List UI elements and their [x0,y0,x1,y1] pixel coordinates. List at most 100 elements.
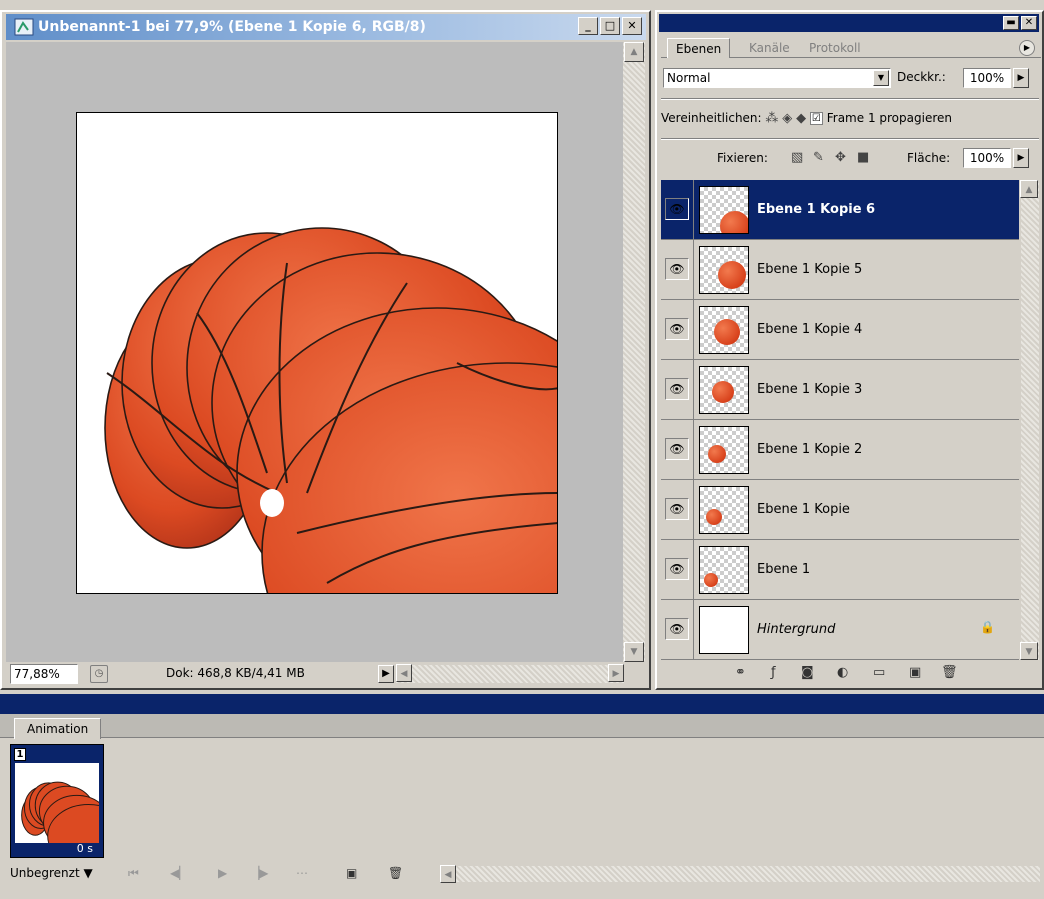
loop-select[interactable]: Unbegrenzt ▼ [10,866,93,880]
layers-panel-title-bar[interactable]: ▬ ✕ [659,14,1039,32]
fill-slider-arrow-icon[interactable]: ▶ [1013,148,1029,168]
layer-thumbnail [699,486,749,534]
layer-list-scrollbar[interactable]: ▲ ▼ [1020,180,1039,660]
scroll-up-button[interactable]: ▲ [1020,180,1038,198]
tab-animation[interactable]: Animation [14,718,102,739]
layer-row[interactable]: 👁 Ebene 1 Kopie 2 [661,420,1019,480]
status-menu-arrow-icon[interactable]: ▶ [378,665,394,683]
artboard[interactable] [76,112,558,594]
layer-name: Ebene 1 Kopie 4 [757,322,863,337]
layer-name: Ebene 1 Kopie [757,502,850,517]
lock-transparency-icon[interactable]: ▧ [791,146,803,170]
layer-name: Ebene 1 Kopie 6 [757,202,876,217]
scroll-down-button[interactable]: ▼ [1020,642,1038,660]
adjustment-layer-icon[interactable]: ◐ [837,665,848,680]
eye-icon[interactable]: 👁 [665,558,689,580]
new-group-icon[interactable]: ▭ [873,665,885,680]
blend-mode-select[interactable]: Normal ▼ [663,68,891,88]
panel-close-button[interactable]: ✕ [1021,16,1037,30]
eye-icon[interactable]: 👁 [665,258,689,280]
frame-delay[interactable]: 0 s [77,842,93,855]
scroll-down-button[interactable]: ▼ [624,642,644,662]
layer-name: Ebene 1 [757,562,811,577]
link-layers-icon[interactable]: ⚭ [735,665,746,680]
layer-thumbnail [699,306,749,354]
unify-position-icon[interactable]: ⁂ [765,107,778,131]
animation-tab-row: Animation [0,714,1044,739]
opacity-input[interactable]: 100% [963,68,1011,88]
document-title-bar[interactable]: Unbenannt-1 bei 77,9% (Ebene 1 Kopie 6, … [6,14,646,40]
next-frame-icon[interactable]: ▕▶ [250,866,268,880]
frame-thumbnail-art [21,781,99,843]
opacity-slider-arrow-icon[interactable]: ▶ [1013,68,1029,88]
layer-list: 👁 Ebene 1 Kopie 6 👁 Ebene 1 Kopie 5 👁 Eb… [661,180,1019,660]
animation-scrollbar[interactable]: ◀ [440,865,1040,883]
panel-minimize-button[interactable]: ▬ [1003,16,1019,30]
fill-input[interactable]: 100% [963,148,1011,168]
lock-icon: 🔒 [980,620,995,634]
layer-row[interactable]: 👁 Ebene 1 Kopie 4 [661,300,1019,360]
new-layer-icon[interactable]: ▣ [909,665,921,680]
scroll-up-button[interactable]: ▲ [624,42,644,62]
tab-history[interactable]: Protokoll [801,38,869,58]
zoom-input[interactable]: 77,88% [10,664,78,684]
horizontal-scrollbar[interactable]: ◀ ▶ [396,664,624,683]
blend-mode-value: Normal [667,71,711,85]
layer-mask-icon[interactable]: ◙ [801,665,814,680]
propagate-checkbox[interactable]: ☑ [809,112,823,125]
eye-icon[interactable]: 👁 [665,378,689,400]
layer-row[interactable]: 👁 Hintergrund 🔒 [661,600,1019,660]
unify-style-icon[interactable]: ◆ [796,107,806,131]
lock-brush-icon[interactable]: ✎ [813,146,824,170]
maximize-button[interactable]: □ [600,17,620,35]
layer-thumbnail [699,246,749,294]
eye-icon[interactable]: 👁 [665,498,689,520]
canvas-area[interactable] [6,42,624,662]
layer-style-icon[interactable]: ƒ [771,665,776,680]
eye-icon[interactable]: 👁 [665,198,689,220]
scroll-left-button[interactable]: ◀ [440,865,456,883]
tween-icon[interactable]: ⋯ [296,866,308,880]
scroll-left-button[interactable]: ◀ [396,664,412,682]
panel-tabs: Ebenen Kanäle Protokoll ▶ [661,36,1041,58]
play-icon[interactable]: ▶ [218,866,227,880]
lock-move-icon[interactable]: ✥ [835,146,846,170]
animation-frame[interactable]: 1 0 s [10,744,104,858]
layer-row[interactable]: 👁 Ebene 1 [661,540,1019,600]
trash-icon[interactable]: 🗑 [941,665,958,680]
document-title: Unbenannt-1 bei 77,9% (Ebene 1 Kopie 6, … [38,19,426,35]
tab-channels[interactable]: Kanäle [741,38,798,58]
document-status-bar: 77,88% ◷ Dok: 468,8 KB/4,41 MB ▶ ◀ ▶ [6,662,646,686]
unify-row: Vereinheitlichen: ⁂ ◈ ◆ ☑ Frame 1 propag… [661,106,1039,130]
unify-visibility-icon[interactable]: ◈ [782,107,792,131]
divider [693,420,694,479]
photoshop-document-icon [14,18,34,36]
first-frame-icon[interactable]: ⏮ [128,866,139,881]
minimize-button[interactable]: _ [578,17,598,35]
prev-frame-icon[interactable]: ◀▏ [170,866,188,880]
frame-thumbnail [15,763,99,843]
status-info-icon[interactable]: ◷ [90,665,108,683]
layers-panel: ▬ ✕ Ebenen Kanäle Protokoll ▶ Normal ▼ D… [655,10,1044,690]
eye-icon[interactable]: 👁 [665,618,689,640]
scroll-right-button[interactable]: ▶ [608,664,624,682]
layer-row[interactable]: 👁 Ebene 1 Kopie 6 [661,180,1019,240]
delete-frame-icon[interactable]: 🗑 [388,866,403,880]
duplicate-frame-icon[interactable]: ▣ [346,866,357,880]
animation-title-bar[interactable] [0,694,1044,714]
layer-row[interactable]: 👁 Ebene 1 Kopie 5 [661,240,1019,300]
lock-all-icon[interactable]: ■ [857,146,869,170]
vertical-scrollbar[interactable]: ▲ ▼ [623,42,645,662]
close-button[interactable]: ✕ [622,17,642,35]
chevron-down-icon[interactable]: ▼ [873,70,889,86]
eye-icon[interactable]: 👁 [665,438,689,460]
layer-row[interactable]: 👁 Ebene 1 Kopie [661,480,1019,540]
layer-row[interactable]: 👁 Ebene 1 Kopie 3 [661,360,1019,420]
divider [693,540,694,599]
panel-menu-icon[interactable]: ▶ [1019,40,1035,56]
document-size-info: Dok: 468,8 KB/4,41 MB [166,666,305,680]
divider [661,98,1039,100]
eye-icon[interactable]: 👁 [665,318,689,340]
layer-thumbnail [699,606,749,654]
tab-layers[interactable]: Ebenen [667,38,731,58]
